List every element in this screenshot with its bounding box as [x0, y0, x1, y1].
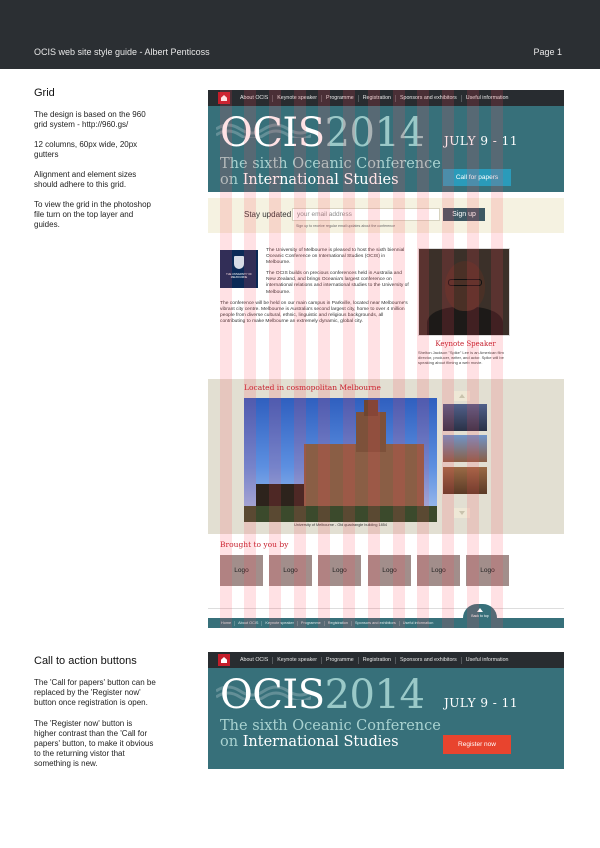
cta-heading: Call to action buttons [34, 655, 137, 667]
conference-logo: OCIS2014 [220, 672, 425, 718]
nav-sponsors[interactable]: Sponsors and exhibitors [394, 656, 461, 664]
header-register-mockup: About OCIS Keynote speaker Programme Reg… [208, 652, 564, 769]
gallery-thumbnail-2[interactable] [443, 435, 487, 462]
homepage-mockup: About OCIS Keynote speaker Programme Reg… [208, 90, 564, 628]
intro-paragraph-3: The conference will be held on our main … [220, 300, 408, 324]
sponsor-logo[interactable]: Logo [417, 555, 460, 586]
sponsor-logo[interactable]: Logo [466, 555, 509, 586]
grid-note-3: Alignment and element sizes should adher… [34, 170, 137, 189]
email-input[interactable]: your email address [292, 208, 440, 221]
footer-nav-about[interactable]: About OCIS [234, 620, 261, 626]
logo-main: OCIS [220, 672, 325, 718]
tagline-prefix: on [220, 172, 239, 188]
grid-note-2: 12 columns, 60px wide, 20px gutters [34, 140, 138, 159]
conference-date: JULY 9 - 11 [444, 696, 518, 710]
logo-year: 2014 [324, 110, 425, 156]
nav-programme[interactable]: Programme [321, 656, 358, 664]
cta-note-1: The 'Call for papers' button can be repl… [34, 678, 156, 707]
logo-main: OCIS [220, 110, 325, 156]
page-number: Page 1 [533, 47, 562, 57]
sponsor-logo[interactable]: Logo [220, 555, 263, 586]
footer-nav-keynote[interactable]: Keynote speaker [261, 620, 297, 626]
keynote-photo[interactable] [418, 248, 510, 336]
grid-note-1: The design is based on the 960 grid syst… [34, 110, 146, 129]
gallery-caption: University of Melbourne - Old quadrangle… [294, 523, 387, 527]
cta-note-2: The 'Register now' button is higher cont… [34, 719, 154, 768]
document-title: OCIS web site style guide - Albert Penti… [34, 47, 210, 57]
back-to-top-label[interactable]: Back to top [463, 614, 497, 618]
home-icon[interactable] [218, 92, 230, 104]
gallery-heading: Located in cosmopolitan Melbourne [244, 383, 381, 392]
gallery-main-photo [244, 398, 437, 522]
nav-keynote[interactable]: Keynote speaker [272, 94, 321, 102]
grid-heading: Grid [34, 87, 55, 99]
gallery-thumbnail-3[interactable] [443, 467, 487, 494]
sponsor-logo[interactable]: Logo [269, 555, 312, 586]
sponsor-logo[interactable]: Logo [318, 555, 361, 586]
footer-divider [208, 608, 564, 609]
nav-useful-info[interactable]: Useful information [460, 656, 513, 664]
sign-up-button[interactable]: Sign up [443, 208, 485, 221]
call-for-papers-button[interactable]: Call for papers [443, 169, 511, 186]
footer-navigation: Home About OCIS Keynote speaker Programm… [208, 618, 564, 628]
register-now-button[interactable]: Register now [443, 735, 511, 754]
nav-sponsors[interactable]: Sponsors and exhibitors [394, 94, 461, 102]
nav-keynote[interactable]: Keynote speaker [272, 656, 321, 664]
tagline-line-1: The sixth Oceanic Conference [220, 718, 441, 734]
grid-notes: Grid The design is based on the 960 grid… [34, 88, 156, 240]
nav-registration[interactable]: Registration [357, 656, 395, 664]
intro-paragraph-1: The University of Melbourne is pleased t… [266, 248, 405, 266]
gallery-down-arrow-icon[interactable] [454, 508, 470, 518]
top-navigation: About OCIS Keynote speaker Programme Reg… [208, 90, 564, 106]
keynote-panel: Keynote Speaker Shelton Jackson "Spike" … [418, 248, 513, 365]
tagline-line-1: The sixth Oceanic Conference [220, 156, 441, 172]
nav-registration[interactable]: Registration [357, 94, 395, 102]
tagline: The sixth Oceanic Conference on Internat… [220, 718, 441, 750]
sponsors-heading: Brought to you by [220, 540, 289, 549]
logo-year: 2014 [324, 672, 425, 718]
document-header: OCIS web site style guide - Albert Penti… [0, 0, 600, 69]
subscribe-label: Stay updated [244, 210, 292, 219]
tagline-prefix: on [220, 734, 239, 750]
location-gallery: Located in cosmopolitan Melbourne Univer… [208, 379, 564, 534]
tagline-strong: International Studies [242, 734, 399, 750]
gallery-thumbnail-1[interactable] [443, 404, 487, 431]
cta-notes: Call to action buttons The 'Call for pap… [34, 656, 156, 780]
intro-paragraph-2: The OCIS builds on precious conferences … [266, 271, 409, 295]
nav-programme[interactable]: Programme [321, 94, 358, 102]
tagline-strong: International Studies [242, 172, 399, 188]
grid-note-4: To view the grid in the photoshop file t… [34, 200, 151, 229]
conference-date: JULY 9 - 11 [444, 134, 518, 148]
hero-banner: OCIS2014 JULY 9 - 11 The sixth Oceanic C… [208, 106, 564, 192]
keynote-label[interactable]: Keynote Speaker [418, 340, 513, 348]
subscribe-hint: Sign up to receive regular email updates… [296, 224, 396, 228]
sponsor-logo[interactable]: Logo [368, 555, 411, 586]
footer-nav-sponsors[interactable]: Sponsors and exhibitors [351, 620, 399, 626]
footer-nav-programme[interactable]: Programme [296, 620, 324, 626]
conference-logo: OCIS2014 [220, 110, 425, 156]
intro-text: The University of Melbourne is pleased t… [220, 248, 410, 330]
footer-nav-registration[interactable]: Registration [323, 620, 351, 626]
nav-useful-info[interactable]: Useful information [460, 94, 513, 102]
tagline: The sixth Oceanic Conference on Internat… [220, 156, 441, 188]
footer-nav-useful-info[interactable]: Useful information [398, 620, 437, 626]
footer-nav-home[interactable]: Home [218, 621, 234, 626]
nav-about[interactable]: About OCIS [236, 657, 272, 664]
keynote-bio: Shelton Jackson "Spike" Lee is an Americ… [418, 350, 504, 365]
nav-about[interactable]: About OCIS [236, 95, 272, 102]
hero-banner: OCIS2014 JULY 9 - 11 The sixth Oceanic C… [208, 668, 564, 769]
top-navigation: About OCIS Keynote speaker Programme Reg… [208, 652, 564, 668]
subscribe-bar: Stay updated your email address Sign up … [208, 198, 564, 233]
gallery-up-arrow-icon[interactable] [454, 391, 470, 401]
home-icon[interactable] [218, 654, 230, 666]
